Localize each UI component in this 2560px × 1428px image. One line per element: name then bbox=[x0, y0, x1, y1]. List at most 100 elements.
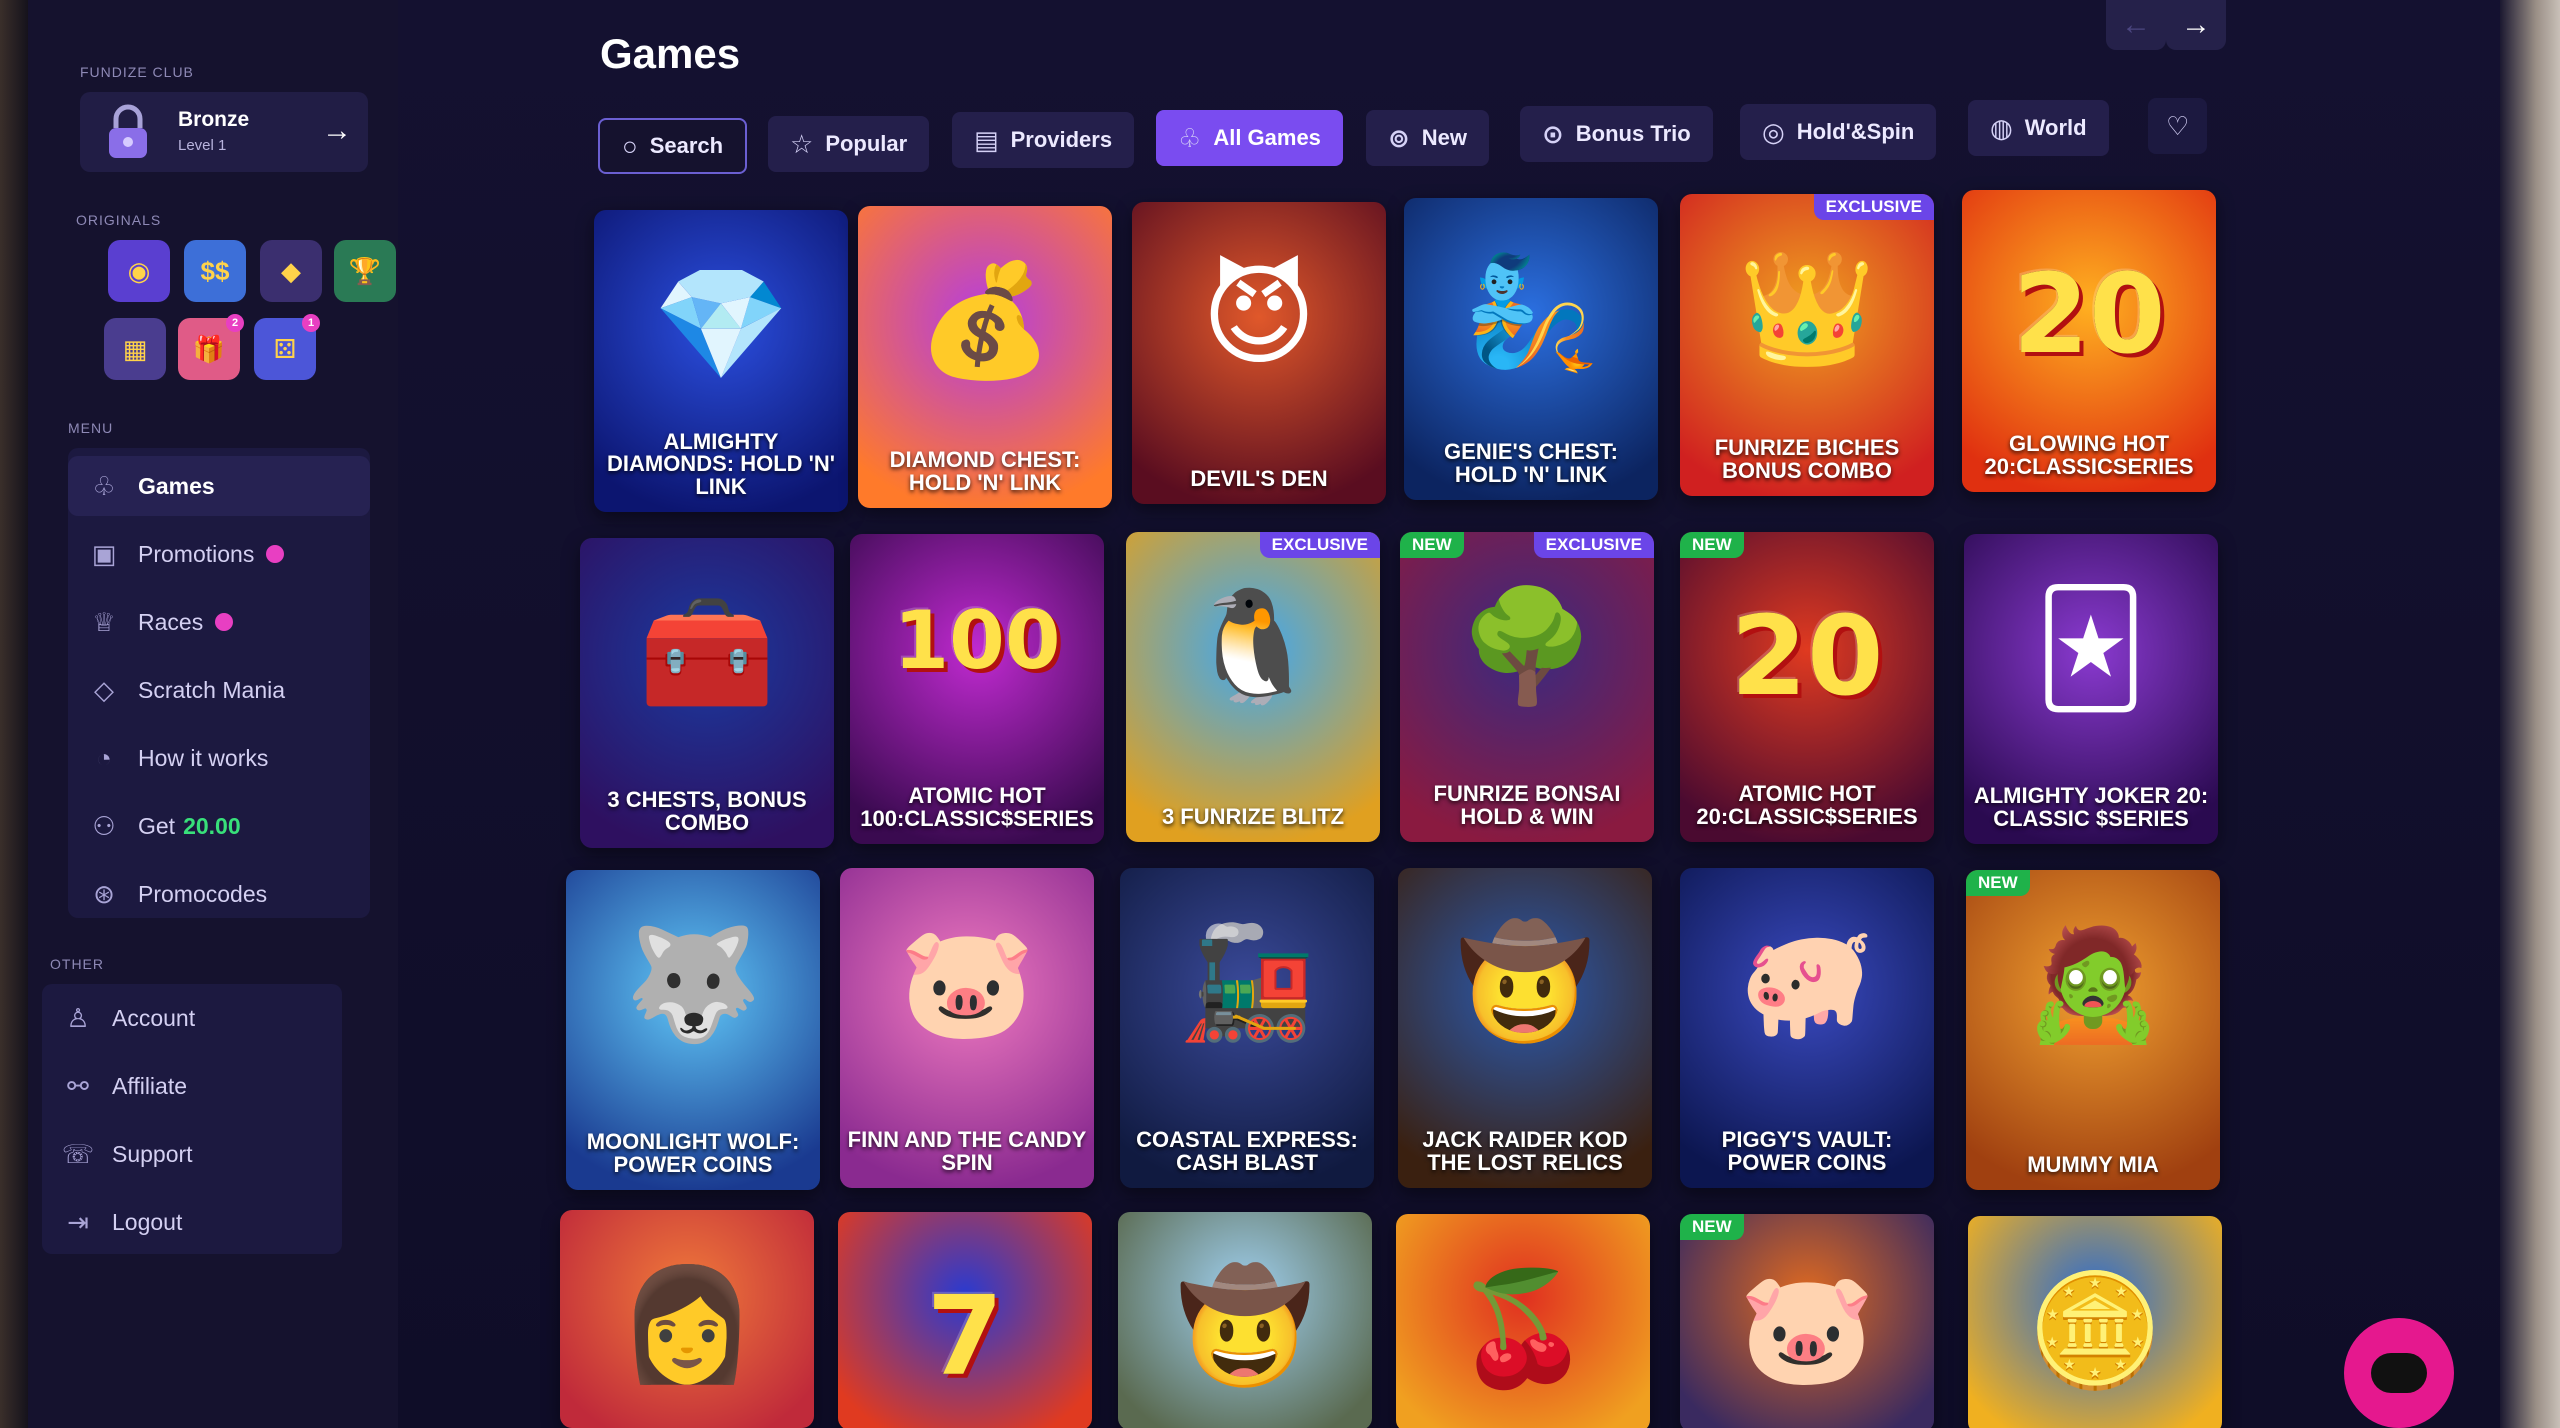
game-tile[interactable]: 🐖 PIGGY'S VAULT: POWER COINS bbox=[1680, 868, 1934, 1188]
original-game-wheel-icon[interactable]: ◉ bbox=[108, 240, 170, 302]
game-art-glyph: 🐧 bbox=[1184, 582, 1322, 710]
handshake-icon: ⚯ bbox=[67, 1070, 89, 1101]
menu-item-label: Races bbox=[138, 608, 204, 635]
game-tile[interactable]: 🤠 bbox=[1118, 1212, 1372, 1428]
filter-all-games[interactable]: ♧ All Games bbox=[1156, 110, 1343, 166]
original-game-gold-bar-icon[interactable]: ◆ bbox=[260, 240, 322, 302]
game-art-glyph: 😈 bbox=[1201, 252, 1317, 380]
game-tile[interactable]: 🧰 3 CHESTS, BONUS COMBO bbox=[580, 538, 834, 848]
prev-arrow-icon[interactable]: ← bbox=[2106, 0, 2166, 50]
bonus-trio-icon: ⊙ bbox=[1542, 118, 1564, 149]
game-tile[interactable]: 🐺 MOONLIGHT WOLF: POWER COINS bbox=[566, 870, 820, 1190]
game-tile[interactable]: 🌳 FUNRIZE BONSAI HOLD & WIN NEW EXCLUSIVE bbox=[1400, 532, 1654, 842]
other-item-logout[interactable]: ⇥ Logout bbox=[42, 1192, 342, 1252]
menu-item-label: Get bbox=[138, 812, 176, 839]
game-tile[interactable]: 🤠 JACK RAIDER KOD THE LOST RELICS bbox=[1398, 868, 1652, 1188]
game-tile[interactable]: 7 bbox=[838, 1212, 1092, 1428]
next-arrow-icon[interactable]: → bbox=[2166, 0, 2226, 50]
search-icon: ○ bbox=[622, 130, 638, 161]
other-item-support[interactable]: ☏ Support bbox=[42, 1124, 342, 1184]
filter-hold-spin[interactable]: ◎ Hold'&Spin bbox=[1740, 104, 1937, 160]
menu-item-label: Promocodes bbox=[138, 880, 268, 907]
game-tile[interactable]: 🍒 bbox=[1396, 1214, 1650, 1428]
grid-box-icon: ▦ bbox=[122, 333, 148, 364]
game-tile[interactable]: 20 ATOMIC HOT 20:CLASSIC$SERIES NEW bbox=[1680, 532, 1934, 842]
filter-new[interactable]: ⊚ New bbox=[1366, 110, 1490, 166]
menu-item-label: How it works bbox=[138, 744, 269, 771]
game-tile[interactable]: 👩 bbox=[560, 1210, 814, 1428]
game-tile[interactable]: 🐷 NEW bbox=[1680, 1214, 1934, 1428]
game-art-glyph: 🐖 bbox=[1738, 918, 1876, 1046]
game-title: DEVIL'S DEN bbox=[1190, 465, 1328, 491]
originals-section-label: ORIGINALS bbox=[76, 212, 162, 228]
game-tile[interactable]: 🪙 bbox=[1968, 1216, 2222, 1428]
referral-icon: ⚇ bbox=[92, 810, 116, 841]
menu-item-races[interactable]: ♕ Races bbox=[68, 592, 370, 652]
game-tile[interactable]: 🚂 COASTAL EXPRESS: CASH BLAST bbox=[1120, 868, 1374, 1188]
chat-button[interactable] bbox=[2344, 1318, 2454, 1428]
filter-label: World bbox=[2024, 115, 2087, 140]
page-title: Games bbox=[600, 30, 741, 77]
game-tile[interactable]: 🐧 3 FUNRIZE BLITZ EXCLUSIVE bbox=[1126, 532, 1380, 842]
original-game-gift-box-icon[interactable]: 🎁 2 bbox=[178, 314, 244, 380]
game-tile[interactable]: 🧞 GENIE'S CHEST: HOLD 'N' LINK bbox=[1404, 198, 1658, 500]
arrow-right-icon[interactable]: → bbox=[322, 114, 352, 148]
game-art-glyph: 💰 bbox=[916, 256, 1054, 384]
original-game-trophy-icon[interactable]: 🏆 bbox=[334, 240, 396, 302]
trophy-outline-icon: ♕ bbox=[92, 606, 116, 637]
other-item-account[interactable]: ♙ Account bbox=[42, 988, 342, 1048]
menu-item-how-it-works[interactable]: ◔ How it works bbox=[68, 728, 370, 788]
filter-search[interactable]: ○ Search bbox=[598, 118, 748, 174]
game-art-glyph: 20 bbox=[1730, 592, 1884, 720]
original-game-dice-icon[interactable]: ⚄ 1 bbox=[254, 314, 320, 380]
menu-item-games[interactable]: ♧ Games bbox=[68, 456, 370, 516]
game-tile[interactable]: 🐷 FINN AND THE CANDY SPIN bbox=[840, 868, 1094, 1188]
device-bezel-right bbox=[2500, 0, 2560, 1428]
hold-spin-icon: ◎ bbox=[1762, 116, 1785, 147]
new-badge: NEW bbox=[1680, 1214, 1744, 1240]
club-section-label: FUNDIZE CLUB bbox=[80, 64, 194, 80]
other-item-affiliate[interactable]: ⚯ Affiliate bbox=[42, 1056, 342, 1116]
game-art-glyph: 🚂 bbox=[1178, 918, 1316, 1046]
filter-providers[interactable]: ▤ Providers bbox=[952, 112, 1135, 168]
games-icon: ♧ bbox=[92, 470, 116, 501]
gift-box-icon: 🎁 bbox=[192, 333, 226, 364]
game-art-glyph: 20 bbox=[2012, 250, 2166, 378]
gold-bar-icon: ◆ bbox=[281, 255, 301, 286]
menu-section-label: MENU bbox=[68, 420, 114, 436]
chat-icon bbox=[2371, 1353, 2427, 1393]
menu-item-promocodes[interactable]: ⊛ Promocodes bbox=[68, 864, 370, 924]
game-tile[interactable]: 🧟 MUMMY MIA NEW bbox=[1966, 870, 2220, 1190]
game-title: GENIE'S CHEST: HOLD 'N' LINK bbox=[1444, 439, 1618, 487]
menu-item-get[interactable]: ⚇ Get 20.00 bbox=[68, 796, 370, 856]
game-art-glyph: 👑 bbox=[1738, 244, 1876, 372]
game-title: DIAMOND CHEST: HOLD 'N' LINK bbox=[889, 447, 1081, 495]
menu-item-scratch-mania[interactable]: ◇ Scratch Mania bbox=[68, 660, 370, 720]
game-tile[interactable]: 20 GLOWING HOT 20:CLASSICSERIES bbox=[1962, 190, 2216, 492]
game-title: PIGGY'S VAULT: POWER COINS bbox=[1721, 1127, 1893, 1175]
menu-item-promotions[interactable]: ▣ Promotions bbox=[68, 524, 370, 584]
filter-bonus-trio[interactable]: ⊙ Bonus Trio bbox=[1520, 106, 1713, 162]
club-card[interactable]: Bronze Level 1 → bbox=[80, 92, 368, 172]
game-art-glyph: 🪙 bbox=[2026, 1266, 2164, 1394]
other-section-label: OTHER bbox=[50, 956, 104, 972]
game-tile[interactable]: 😈 DEVIL'S DEN bbox=[1132, 202, 1386, 504]
game-title: ALMIGHTY DIAMONDS: HOLD 'N' LINK bbox=[606, 428, 835, 499]
original-game-grid-box-icon[interactable]: ▦ bbox=[104, 318, 166, 380]
globe-icon: ◍ bbox=[1990, 112, 2013, 143]
trophy-icon: 🏆 bbox=[348, 255, 382, 286]
game-tile[interactable]: 👑 FUNRIZE BICHES BONUS COMBO EXCLUSIVE bbox=[1680, 194, 1934, 496]
favorites-button[interactable]: ♡ bbox=[2148, 98, 2208, 154]
game-tile[interactable]: 🃏 ALMIGHTY JOKER 20: CLASSIC $SERIES bbox=[1964, 534, 2218, 844]
game-tile[interactable]: 💎 ALMIGHTY DIAMONDS: HOLD 'N' LINK bbox=[594, 210, 848, 512]
game-tile[interactable]: 100 ATOMIC HOT 100:CLASSIC$SERIES bbox=[850, 534, 1104, 844]
original-game-cash-stack-icon[interactable]: $$ bbox=[184, 240, 246, 302]
game-art-glyph: 🐷 bbox=[1738, 1264, 1876, 1392]
game-title: MOONLIGHT WOLF: POWER COINS bbox=[586, 1129, 800, 1177]
filter-popular[interactable]: ☆ Popular bbox=[768, 116, 930, 172]
game-title: ATOMIC HOT 20:CLASSIC$SERIES bbox=[1696, 781, 1918, 829]
other-item-label: Account bbox=[112, 1004, 196, 1031]
game-tile[interactable]: 💰 DIAMOND CHEST: HOLD 'N' LINK bbox=[858, 206, 1112, 508]
filter-world[interactable]: ◍ World bbox=[1968, 100, 2109, 156]
original-badge: 2 bbox=[226, 314, 244, 332]
